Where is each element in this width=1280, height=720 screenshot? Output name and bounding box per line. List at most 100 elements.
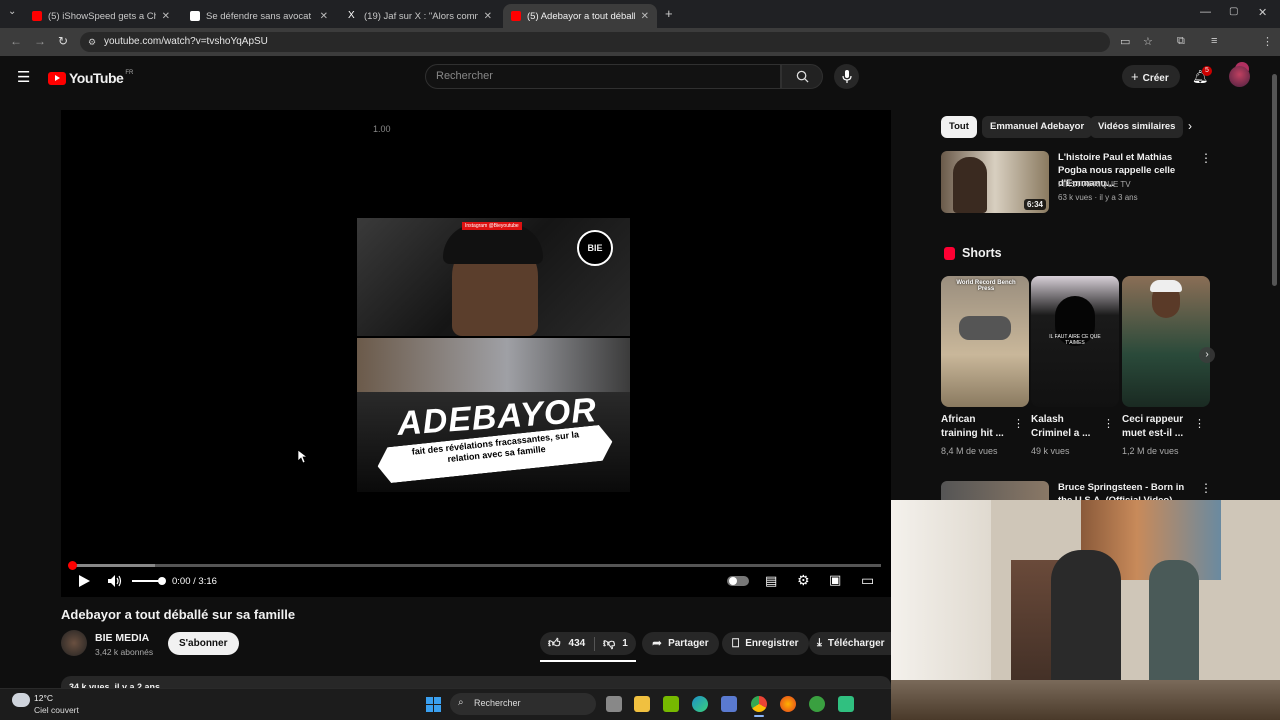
- browser-menu-icon[interactable]: ⋮: [1262, 35, 1273, 48]
- miniplayer-icon[interactable]: ▣: [829, 572, 841, 588]
- app-icon-2[interactable]: [838, 696, 854, 712]
- reload-icon[interactable]: ↻: [58, 34, 68, 48]
- short-card-3[interactable]: [1122, 276, 1210, 407]
- play-icon[interactable]: [79, 575, 90, 587]
- plus-icon: +: [1131, 69, 1139, 84]
- close-window-icon[interactable]: ✕: [1258, 6, 1267, 19]
- share-button[interactable]: ➦ Partager: [642, 632, 719, 655]
- weather-temp[interactable]: 12°C: [34, 693, 53, 703]
- edge-icon[interactable]: [692, 696, 708, 712]
- rec-more-icon[interactable]: ⋮: [1200, 151, 1212, 165]
- reading-list-icon[interactable]: ≡: [1211, 35, 1217, 47]
- short-title-2[interactable]: Kalash Criminel a ...: [1031, 413, 1103, 441]
- share-arrow-icon: ➦: [652, 636, 663, 650]
- download-button[interactable]: ⤓ Télécharger: [809, 632, 891, 655]
- scrollbar-thumb[interactable]: [1272, 74, 1277, 286]
- notifications-button[interactable]: 🔔︎ 5: [1192, 66, 1212, 86]
- autoplay-toggle[interactable]: [727, 576, 749, 586]
- voice-search-button[interactable]: [834, 64, 859, 89]
- url-text: youtube.com/watch?v=tvshoYqApSU: [104, 36, 268, 47]
- close-tab-icon[interactable]: ✕: [641, 11, 649, 22]
- browser-tab-4-active[interactable]: (5) Adebayor a tout déballé sur ✕: [503, 4, 657, 28]
- close-tab-icon[interactable]: ✕: [484, 11, 492, 22]
- tab-search-icon[interactable]: ⌄: [8, 6, 20, 20]
- channel-avatar[interactable]: [61, 630, 87, 656]
- chip-emmanuel-adebayor[interactable]: Emmanuel Adebayor: [982, 116, 1093, 138]
- maximize-icon[interactable]: ▢: [1229, 6, 1238, 17]
- account-avatar[interactable]: [1229, 66, 1250, 87]
- back-icon[interactable]: ←: [10, 34, 22, 48]
- volume-knob[interactable]: [158, 577, 166, 585]
- browser-tab-2[interactable]: Se défendre sans avocat - Pierr ✕: [182, 4, 336, 28]
- short-more-icon[interactable]: ⋮: [1194, 417, 1205, 430]
- rec-more-icon[interactable]: ⋮: [1200, 481, 1212, 495]
- short-overlay-text: IL FAUT AIRE CE QUE T'AIMES: [1049, 334, 1101, 346]
- theater-mode-icon[interactable]: ▭: [861, 572, 874, 589]
- share-label: Partager: [668, 638, 709, 649]
- bie-badge: BIE: [577, 230, 613, 266]
- chip-all[interactable]: Tout: [941, 116, 977, 138]
- forward-icon[interactable]: →: [34, 34, 46, 48]
- new-tab-icon[interactable]: +: [665, 6, 673, 21]
- chip-similar-videos[interactable]: Vidéos similaires: [1090, 116, 1184, 138]
- video-frame: 1.00 Instagram @Bieyoutube BIE ADEBAYOR …: [357, 112, 630, 597]
- nvidia-icon[interactable]: [663, 696, 679, 712]
- rec-thumbnail-2[interactable]: [941, 481, 1049, 500]
- channel-name[interactable]: BIE MEDIA: [95, 632, 149, 644]
- store-icon[interactable]: [721, 696, 737, 712]
- cast-icon[interactable]: ▭: [1120, 35, 1130, 48]
- subtitles-icon[interactable]: ▤: [765, 573, 777, 589]
- short-title-3[interactable]: Ceci rappeur muet est-il ...: [1122, 413, 1194, 441]
- volume-icon[interactable]: [108, 575, 122, 587]
- shorts-next-icon[interactable]: ›: [1199, 347, 1215, 363]
- subscribe-button[interactable]: S'abonner: [168, 632, 239, 655]
- weather-condition[interactable]: Ciel couvert: [34, 705, 79, 715]
- site-info-icon[interactable]: ⚙: [88, 32, 96, 52]
- tab-title: (19) Jaf sur X : "Alors comment: [364, 10, 478, 22]
- x-favicon-icon: X: [348, 10, 355, 21]
- short-card-1[interactable]: World Record Bench Press: [941, 276, 1029, 407]
- firefox-icon[interactable]: [780, 696, 796, 712]
- browser-tab-1[interactable]: (5) iShowSpeed gets a Chinese ✕: [24, 4, 178, 28]
- chips-next-icon[interactable]: ›: [1188, 119, 1192, 133]
- rec-channel[interactable]: FIRST AFRIQUE TV: [1058, 180, 1131, 189]
- progress-bar[interactable]: [68, 561, 881, 570]
- like-button[interactable]: 👍︎ 434: [540, 632, 594, 655]
- desk: [891, 680, 1280, 720]
- like-dislike-group: 👍︎ 434 👎︎ 1: [540, 632, 636, 655]
- minimize-icon[interactable]: —: [1200, 6, 1211, 18]
- windows-start-icon[interactable]: [426, 697, 441, 712]
- dislike-count: 1: [622, 638, 628, 649]
- hamburger-menu-icon[interactable]: ☰: [17, 68, 30, 86]
- close-tab-icon[interactable]: ✕: [162, 11, 170, 22]
- short-views-3: 1,2 M de vues: [1122, 446, 1179, 456]
- shorts-heading: Shorts: [962, 246, 1002, 260]
- close-tab-icon[interactable]: ✕: [320, 11, 328, 22]
- search-input[interactable]: Rechercher: [425, 64, 781, 89]
- dislike-button[interactable]: 👎︎ 1: [595, 632, 628, 655]
- file-explorer-icon[interactable]: [634, 696, 650, 712]
- bookmark-star-icon[interactable]: ☆: [1143, 35, 1153, 48]
- task-view-icon[interactable]: [606, 696, 622, 712]
- short-card-2[interactable]: IL FAUT AIRE CE QUE T'AIMES: [1031, 276, 1119, 407]
- taskbar-search[interactable]: ⌕ Rechercher: [450, 693, 596, 715]
- url-field[interactable]: ⚙ youtube.com/watch?v=tvshoYqApSU: [80, 32, 1110, 52]
- search-button[interactable]: [781, 64, 823, 89]
- figure-statue: [1149, 560, 1199, 700]
- create-button[interactable]: + Créer: [1122, 65, 1180, 88]
- short-more-icon[interactable]: ⋮: [1013, 417, 1024, 430]
- short-more-icon[interactable]: ⋮: [1103, 417, 1114, 430]
- extensions-icon[interactable]: ⧉: [1177, 35, 1185, 48]
- chrome-icon[interactable]: [751, 696, 767, 712]
- app-icon[interactable]: [809, 696, 825, 712]
- youtube-favicon-icon: [511, 11, 521, 21]
- rec-title-2[interactable]: Bruce Springsteen - Born in the U.S.A. (…: [1058, 481, 1198, 500]
- short-title-1[interactable]: African training hit ...: [941, 413, 1013, 441]
- youtube-logo[interactable]: YouTube FR: [48, 70, 133, 86]
- progress-scrubber[interactable]: [68, 561, 77, 570]
- volume-slider[interactable]: [132, 577, 166, 585]
- settings-gear-icon[interactable]: ⚙: [797, 572, 810, 589]
- browser-tab-3[interactable]: X (19) Jaf sur X : "Alors comment ✕: [340, 4, 500, 28]
- save-button[interactable]: ⎕ Enregistrer: [722, 632, 809, 655]
- rec-thumbnail[interactable]: 6:34: [941, 151, 1049, 213]
